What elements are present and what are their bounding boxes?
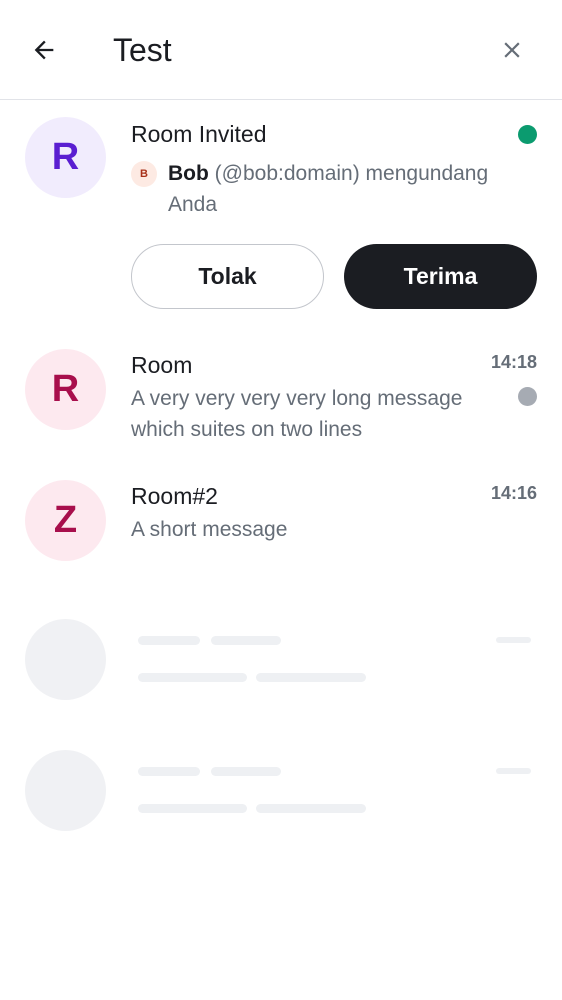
skeleton-bar [138, 767, 200, 776]
room-timestamp: 14:16 [490, 483, 537, 503]
skeleton-bar [496, 637, 531, 643]
inviter-name: Bob [168, 162, 209, 185]
skeleton-bar [138, 804, 247, 813]
skeleton-bar [211, 636, 281, 645]
invite-indicator-dot [518, 125, 537, 144]
invite-description: Bob (@bob:domain) mengundang Anda [168, 158, 528, 220]
unread-indicator-dot [518, 387, 537, 406]
top-app-bar: Test [0, 0, 562, 100]
room-avatar: R [25, 117, 106, 198]
room-last-message: A very very very very long message which… [131, 387, 463, 441]
skeleton-bar [256, 804, 366, 813]
inviter-avatar: B [131, 161, 157, 187]
page-title: Test [113, 32, 172, 68]
room-list-item[interactable]: R Room 14:18 A very very very very long … [0, 349, 562, 445]
room-list-item[interactable]: Z Room#2 14:16 A short message [0, 480, 562, 562]
skeleton-room-item [0, 619, 562, 701]
skeleton-bar [138, 636, 200, 645]
skeleton-avatar [25, 619, 106, 700]
skeleton-avatar [25, 750, 106, 831]
skeleton-bar [256, 673, 366, 682]
room-name: Room#2 [131, 483, 218, 509]
invite-message: (@bob:domain) mengundang Anda [168, 162, 489, 216]
room-invite-item[interactable]: R Room Invited B Bob (@bob:domain) mengu… [0, 101, 562, 329]
room-name: Room Invited [131, 121, 267, 147]
room-avatar: R [25, 349, 106, 430]
close-button[interactable] [490, 28, 534, 72]
accept-button[interactable]: Terima [344, 244, 537, 309]
skeleton-bar [138, 673, 247, 682]
room-last-message: A short message [131, 518, 288, 541]
room-timestamp: 14:18 [490, 352, 537, 372]
room-name: Room [131, 352, 193, 378]
back-button[interactable] [22, 28, 66, 72]
skeleton-room-item [0, 750, 562, 832]
skeleton-bar [496, 768, 531, 774]
close-icon [504, 42, 520, 58]
room-avatar: Z [25, 480, 106, 561]
skeleton-bar [211, 767, 281, 776]
decline-button[interactable]: Tolak [131, 244, 324, 309]
arrow-left-icon [34, 40, 54, 60]
